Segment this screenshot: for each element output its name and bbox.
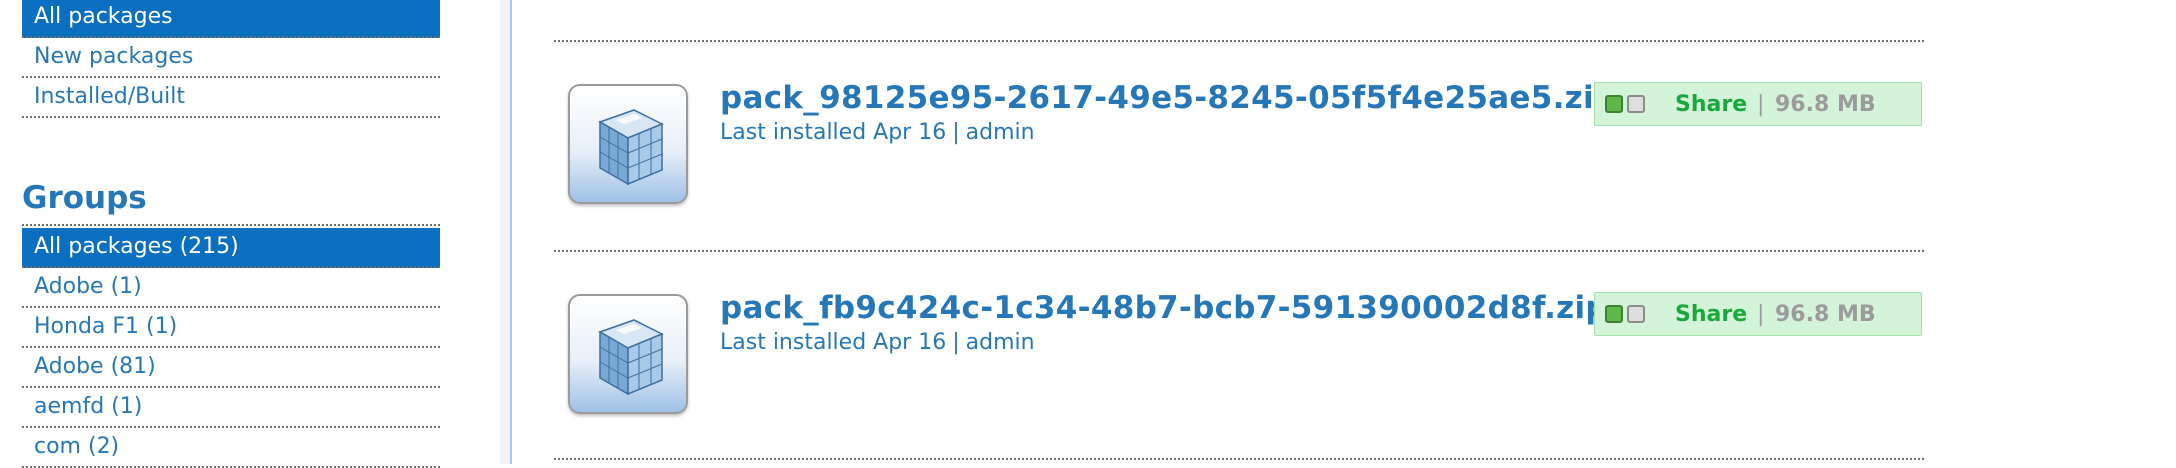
group-item-aemfd[interactable]: aemfd (1)	[22, 388, 440, 428]
package-cube-icon[interactable]	[568, 294, 688, 414]
status-divider: |	[1757, 92, 1765, 117]
package-status-box: Share | 96.8 MB	[1594, 82, 1922, 126]
share-link[interactable]: Share	[1675, 92, 1747, 117]
package-row: pack_fb9c424c-1c34-48b7-bcb7-591390002d8…	[554, 290, 1954, 464]
installed-date: Last installed Apr 16	[720, 120, 947, 145]
filter-new-packages[interactable]: New packages	[22, 38, 440, 78]
installed-status-icon	[1605, 95, 1623, 113]
share-link[interactable]: Share	[1675, 302, 1747, 327]
row-separator	[554, 40, 1924, 42]
filter-all-packages[interactable]: All packages	[22, 0, 440, 38]
meta-separator: |	[952, 330, 960, 355]
package-name-link[interactable]: pack_fb9c424c-1c34-48b7-bcb7-591390002d8…	[720, 290, 1608, 326]
group-item-honda-f1[interactable]: Honda F1 (1)	[22, 308, 440, 348]
groups-list: All packages (215) Adobe (1) Honda F1 (1…	[22, 228, 440, 468]
group-item-com[interactable]: com (2)	[22, 428, 440, 468]
row-separator	[554, 458, 1924, 460]
package-size: 96.8 MB	[1775, 92, 1876, 117]
package-list: pack_98125e95-2617-49e5-8245-05f5f4e25ae…	[512, 0, 2176, 464]
status-divider: |	[1757, 302, 1765, 327]
meta-separator: |	[952, 120, 960, 145]
installed-status-icon	[1605, 305, 1623, 323]
modified-status-icon	[1627, 95, 1645, 113]
sidebar: All packages New packages Installed/Buil…	[0, 0, 500, 468]
group-item-adobe-81[interactable]: Adobe (81)	[22, 348, 440, 388]
package-name-link[interactable]: pack_98125e95-2617-49e5-8245-05f5f4e25ae…	[720, 80, 1616, 116]
package-filter-list: All packages New packages Installed/Buil…	[22, 0, 440, 118]
groups-heading: Groups	[22, 180, 147, 216]
package-status-box: Share | 96.8 MB	[1594, 292, 1922, 336]
installed-by-user: admin	[965, 330, 1035, 355]
filter-installed-built[interactable]: Installed/Built	[22, 78, 440, 118]
package-meta: Last installed Apr 16 | admin	[720, 120, 1035, 145]
group-item-all-packages[interactable]: All packages (215)	[22, 228, 440, 268]
package-meta: Last installed Apr 16 | admin	[720, 330, 1035, 355]
installed-date: Last installed Apr 16	[720, 330, 947, 355]
group-item-adobe[interactable]: Adobe (1)	[22, 268, 440, 308]
modified-status-icon	[1627, 305, 1645, 323]
package-size: 96.8 MB	[1775, 302, 1876, 327]
package-row: pack_98125e95-2617-49e5-8245-05f5f4e25ae…	[554, 80, 1954, 254]
installed-by-user: admin	[965, 120, 1035, 145]
package-cube-icon[interactable]	[568, 84, 688, 204]
groups-divider	[22, 224, 440, 226]
row-separator	[554, 250, 1924, 252]
